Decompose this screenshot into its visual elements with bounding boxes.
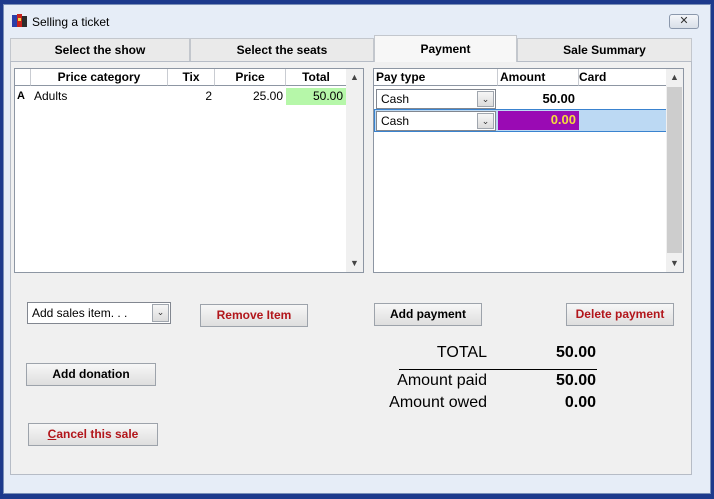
tab-label: Sale Summary <box>563 43 646 57</box>
pay-type-header: Pay type <box>374 69 498 86</box>
payment-grid-scrollbar[interactable]: ▲ ▼ <box>666 69 683 272</box>
card-cell[interactable] <box>581 111 665 128</box>
row-marker: A <box>17 90 25 102</box>
pay-type-value: Cash <box>381 92 410 106</box>
total-header: Total <box>286 69 347 86</box>
pay-type-value: Cash <box>381 114 410 128</box>
scroll-up-icon[interactable]: ▲ <box>666 69 683 86</box>
chevron-down-icon[interactable]: ⌄ <box>477 113 494 129</box>
add-payment-button[interactable]: Add payment <box>374 303 482 326</box>
chevron-down-icon[interactable]: ⌄ <box>477 91 494 107</box>
total-value: 50.00 <box>555 344 596 361</box>
chevron-down-icon[interactable]: ⌄ <box>152 304 169 322</box>
row-marker-header <box>15 69 31 86</box>
amount-owed-value: 0.00 <box>564 394 596 411</box>
remove-item-button[interactable]: Remove Item <box>200 304 308 327</box>
amount-owed-label: Amount owed <box>389 394 487 411</box>
scroll-up-icon[interactable]: ▲ <box>346 69 363 86</box>
tix-header: Tix <box>168 69 215 86</box>
add-sales-item-select[interactable]: Add sales item. . . ⌄ <box>27 302 171 324</box>
close-button[interactable]: ✕ <box>669 14 699 29</box>
amount-input[interactable]: 0.00 <box>498 111 579 130</box>
amount-paid-label: Amount paid <box>397 372 487 389</box>
total-cell: 50.00 <box>286 88 346 105</box>
tix-cell: 2 <box>205 89 212 103</box>
tab-sale-summary[interactable]: Sale Summary <box>517 38 692 62</box>
scroll-thumb[interactable] <box>667 87 682 253</box>
delete-payment-button[interactable]: Delete payment <box>566 303 674 326</box>
price-header: Price <box>215 69 286 86</box>
sales-item-value: Add sales item. . . <box>32 306 128 320</box>
category-cell: Adults <box>34 89 68 103</box>
amount-paid-value: 50.00 <box>555 372 596 389</box>
price-category-grid: Price category Tix Price Total A Adults … <box>14 68 364 273</box>
pay-type-select[interactable]: Cash ⌄ <box>376 111 496 131</box>
tab-select-show[interactable]: Select the show <box>10 38 190 62</box>
window-title: Selling a ticket <box>32 15 110 29</box>
cancel-sale-accesskey: C <box>47 427 57 441</box>
add-donation-button[interactable]: Add donation <box>26 363 156 386</box>
tab-payment[interactable]: Payment <box>374 35 517 62</box>
tab-select-seats[interactable]: Select the seats <box>190 38 374 62</box>
payment-tab-panel: Price category Tix Price Total A Adults … <box>10 61 692 475</box>
card-cell[interactable] <box>581 90 665 107</box>
selling-ticket-window: Selling a ticket ✕ Select the show Selec… <box>3 4 711 494</box>
cancel-sale-label: ancel this sale <box>56 427 139 441</box>
card-header: Card <box>579 69 667 86</box>
close-icon: ✕ <box>679 15 689 27</box>
cancel-sale-button[interactable]: Cancel this sale <box>28 423 158 446</box>
tab-label: Select the show <box>54 43 146 57</box>
tab-label: Payment <box>420 42 471 56</box>
price-category-header: Price category <box>31 69 168 86</box>
amount-header: Amount <box>498 69 579 86</box>
totals-divider <box>399 369 597 370</box>
price-grid-scrollbar[interactable]: ▲ ▼ <box>346 69 363 272</box>
ticket-app-icon <box>12 14 27 27</box>
price-cell: 25.00 <box>252 89 283 103</box>
tab-label: Select the seats <box>236 43 328 57</box>
pay-type-select[interactable]: Cash ⌄ <box>376 89 496 109</box>
amount-cell[interactable]: 50.00 <box>500 90 578 107</box>
payment-grid: Pay type Amount Card Cash ⌄ 50.00 Cash ⌄ <box>373 68 684 273</box>
scroll-down-icon[interactable]: ▼ <box>666 255 683 272</box>
total-label: TOTAL <box>436 344 487 361</box>
scroll-down-icon[interactable]: ▼ <box>346 255 363 272</box>
title-bar: Selling a ticket ✕ <box>4 5 710 35</box>
